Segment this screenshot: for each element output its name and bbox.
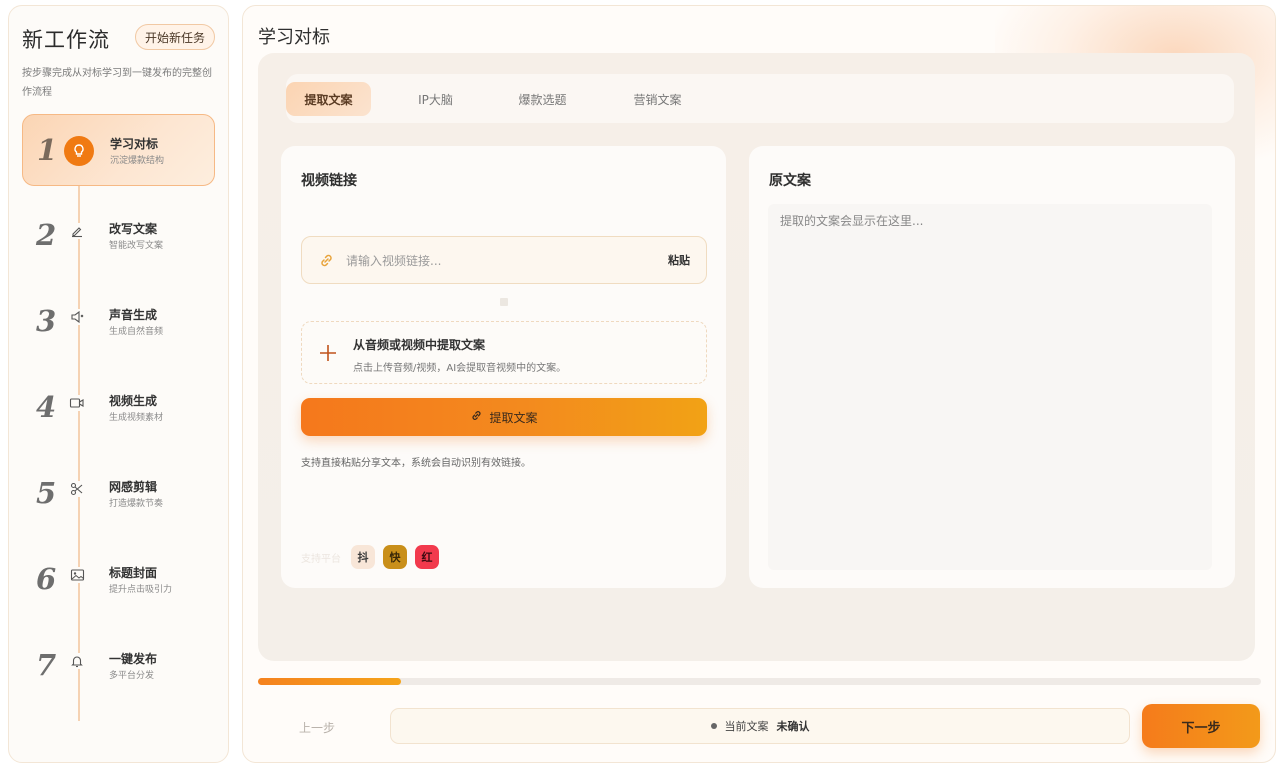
workflow-sidebar: 新工作流 开始新任务 按步骤完成从对标学习到一键发布的完整创作流程 1 学习对标… (8, 5, 229, 763)
upload-title: 从音频或视频中提取文案 (353, 338, 486, 352)
next-step-button[interactable]: 下一步 (1142, 704, 1260, 748)
paste-button[interactable]: 粘贴 (668, 252, 690, 268)
step-number: 7 (36, 648, 57, 682)
step-item-voice[interactable]: 3 声音生成 生成自然音频 (22, 286, 215, 358)
video-camera-icon (69, 395, 85, 411)
tab-extract-copy[interactable]: 提取文案 (286, 82, 371, 116)
pencil-icon (69, 223, 85, 239)
link-icon (318, 252, 335, 273)
status-value: 未确认 (776, 720, 810, 733)
tab-marketing-copy[interactable]: 营销文案 (615, 82, 700, 116)
kuaishou-badge: 快 (383, 545, 407, 569)
xiaohongshu-badge: 红 (415, 545, 439, 569)
step-subtitle: 智能改写文案 (109, 241, 164, 251)
video-link-input[interactable] (346, 249, 646, 273)
step-subtitle: 生成自然音频 (109, 327, 164, 337)
tab-bar: 提取文案 IP大脑 爆款选题 营销文案 (286, 74, 1234, 123)
extract-copy-button[interactable]: 提取文案 (301, 398, 707, 436)
previous-step-button[interactable]: 上一步 (258, 708, 376, 746)
step-label: 视频生成 (109, 394, 158, 408)
speaker-icon (69, 309, 85, 325)
douyin-badge: 抖 (351, 545, 375, 569)
step-item-edit[interactable]: 5 网感剪辑 打造爆款节奏 (22, 458, 215, 530)
image-icon (69, 567, 85, 583)
status-label: 当前文案 (724, 720, 769, 733)
step-subtitle: 提升点击吸引力 (109, 585, 173, 595)
plus-icon (318, 343, 338, 367)
sidebar-description: 按步骤完成从对标学习到一键发布的完整创作流程 (22, 68, 212, 98)
step-item-publish[interactable]: 7 一键发布 多平台分发 (22, 630, 215, 702)
platforms-label: 支持平台 (301, 553, 341, 565)
upload-description: 点击上传音频/视频，AI会提取音视频中的文案。 (353, 363, 567, 374)
original-copy-title: 原文案 (769, 173, 811, 189)
step-number: 2 (36, 218, 57, 252)
step-item-learn[interactable]: 1 学习对标 沉淀爆款结构 (22, 114, 215, 186)
bell-icon (69, 653, 85, 669)
original-copy-card: 原文案 提取的文案会显示在这里... (749, 146, 1235, 588)
content-area: 提取文案 IP大脑 爆款选题 营销文案 视频链接 粘贴 从音频或视频中提取文案 (258, 53, 1255, 661)
step-label: 一键发布 (109, 652, 158, 666)
step-number: 1 (37, 133, 58, 167)
step-label: 改写文案 (109, 222, 158, 236)
extract-copy-label: 提取文案 (489, 410, 538, 425)
step-number: 3 (36, 304, 57, 338)
workflow-progress-bar (258, 678, 1261, 685)
step-item-cover[interactable]: 6 标题封面 提升点击吸引力 (22, 544, 215, 616)
step-label: 学习对标 (110, 137, 159, 151)
step-number: 6 (36, 562, 57, 596)
video-link-title: 视频链接 (301, 173, 357, 189)
main-panel: 学习对标 提取文案 IP大脑 爆款选题 营销文案 视频链接 粘贴 (242, 5, 1276, 763)
step-item-rewrite[interactable]: 2 改写文案 智能改写文案 (22, 200, 215, 272)
step-subtitle: 沉淀爆款结构 (110, 156, 165, 166)
tab-viral-topics[interactable]: 爆款选题 (500, 82, 585, 116)
step-number: 5 (36, 476, 57, 510)
decorative-marker (500, 298, 508, 306)
copy-status-bar: 当前文案 未确认 (390, 708, 1130, 744)
sidebar-title: 新工作流 (22, 28, 110, 52)
scissors-icon (69, 481, 85, 497)
progress-fill (258, 678, 402, 685)
step-subtitle: 生成视频素材 (109, 413, 164, 423)
original-copy-textarea[interactable]: 提取的文案会显示在这里... (768, 204, 1212, 570)
step-item-video[interactable]: 4 视频生成 生成视频素材 (22, 372, 215, 444)
step-subtitle: 打造爆款节奏 (109, 499, 164, 509)
supported-platforms: 支持平台 抖 快 红 (301, 545, 439, 569)
page-title: 学习对标 (258, 27, 330, 48)
tab-ip-brain[interactable]: IP大脑 (393, 82, 478, 116)
step-subtitle: 多平台分发 (109, 671, 155, 681)
paste-hint: 支持直接粘贴分享文本，系统会自动识别有效链接。 (301, 458, 531, 469)
status-dot (710, 723, 717, 729)
video-link-field: 粘贴 (301, 236, 707, 284)
step-label: 标题封面 (109, 566, 158, 580)
new-task-button[interactable]: 开始新任务 (135, 24, 215, 50)
step-number: 4 (36, 390, 57, 424)
lightbulb-icon (64, 136, 94, 166)
step-label: 声音生成 (109, 308, 158, 322)
video-link-card: 视频链接 粘贴 从音频或视频中提取文案 点击上传音频/视频，AI会提取音视频中的… (281, 146, 726, 588)
link-icon (470, 409, 483, 425)
step-label: 网感剪辑 (109, 480, 158, 494)
upload-media-dropzone[interactable]: 从音频或视频中提取文案 点击上传音频/视频，AI会提取音视频中的文案。 (301, 321, 707, 384)
